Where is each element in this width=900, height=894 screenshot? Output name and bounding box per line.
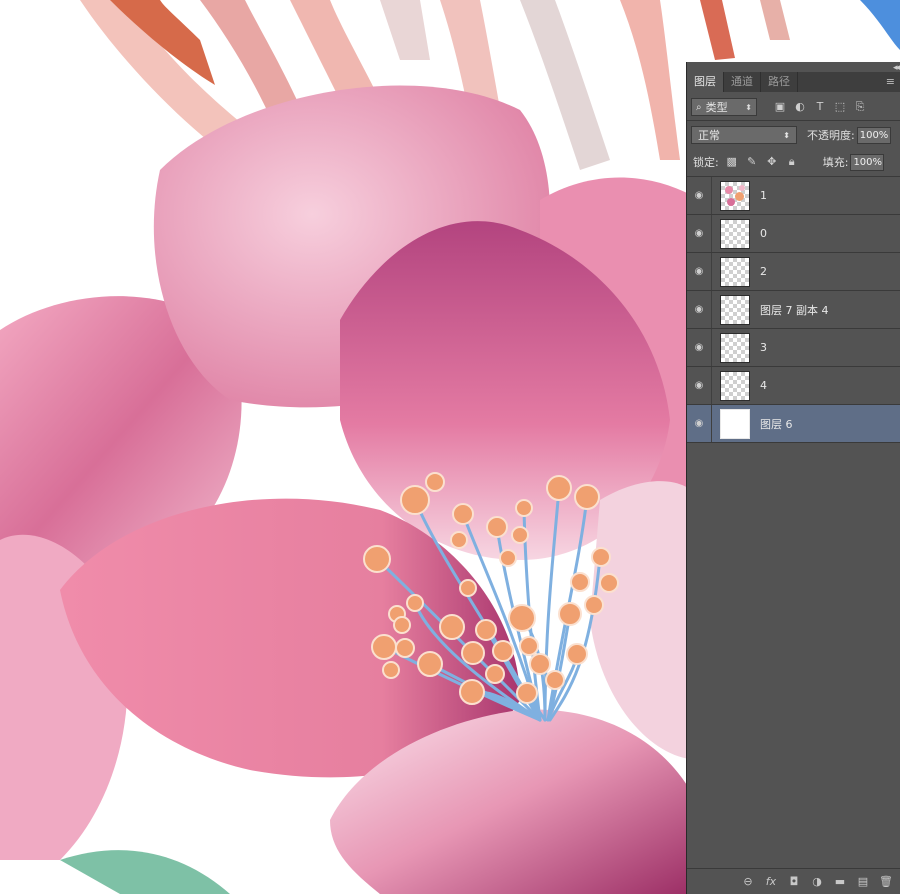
adjustment-filter-icon[interactable]: ◐ xyxy=(793,100,807,114)
layer-thumbnail xyxy=(720,332,750,363)
opacity-label: 不透明度: xyxy=(807,129,855,142)
blend-mode-select[interactable]: 正常 ⬍ xyxy=(691,126,797,144)
tab-channels[interactable]: 通道 xyxy=(724,72,761,92)
layer-row[interactable]: ◉ 图层 7 副本 4 xyxy=(687,291,900,329)
panel-bottom-toolbar: ⊖ fx ◘ ◑ ▬ ▤ 🗑︎ xyxy=(687,868,900,894)
divider xyxy=(687,120,900,121)
adjustment-layer-icon[interactable]: ◑ xyxy=(810,875,824,888)
lock-label: 锁定: xyxy=(693,156,719,169)
layer-name: 2 xyxy=(760,265,767,278)
eye-icon[interactable]: ◉ xyxy=(687,177,712,214)
tab-layers[interactable]: 图层 xyxy=(687,72,724,92)
layer-name: 4 xyxy=(760,379,767,392)
opacity-field[interactable]: 100% xyxy=(856,126,891,144)
layer-row[interactable]: ◉ 3 xyxy=(687,329,900,367)
fx-icon[interactable]: fx xyxy=(764,875,778,888)
add-mask-icon[interactable]: ◘ xyxy=(787,875,801,888)
smart-object-filter-icon[interactable]: ⎘ xyxy=(853,100,867,114)
lock-transparent-icon[interactable]: ▩ xyxy=(725,155,739,169)
eye-icon[interactable]: ◉ xyxy=(687,291,712,328)
chevron-updown-icon: ⬍ xyxy=(783,130,790,140)
lock-move-icon[interactable]: ✥ xyxy=(765,155,779,169)
blend-mode-value: 正常 xyxy=(698,129,720,142)
eye-icon[interactable]: ◉ xyxy=(687,329,712,366)
layer-name: 图层 7 副本 4 xyxy=(760,303,829,317)
blend-row: 正常 ⬍ 不透明度: 100% xyxy=(691,124,899,146)
lock-paint-icon[interactable]: ✎ xyxy=(745,155,759,169)
link-layers-icon[interactable]: ⊖ xyxy=(741,875,755,888)
fill-field[interactable]: 100% xyxy=(850,153,885,171)
image-filter-icon[interactable]: ▣ xyxy=(773,100,787,114)
layer-row[interactable]: ◉ 1 xyxy=(687,177,900,215)
layer-thumbnail xyxy=(720,408,750,439)
layer-row-selected[interactable]: ◉ 图层 6 xyxy=(687,405,900,443)
filter-row: ⌕ 类型 ⬍ ▣ ◐ T ⬚ ⎘ xyxy=(691,96,899,118)
fill-label: 填充: xyxy=(822,156,849,169)
type-filter-icon[interactable]: T xyxy=(813,100,827,114)
layer-thumbnail xyxy=(720,180,750,211)
layer-name: 1 xyxy=(760,189,767,202)
layer-list: ◉ 1 ◉ 0 ◉ 2 ◉ 图层 7 副本 4 ◉ 3 ◉ 4 ◉ 图层 6 xyxy=(687,177,900,443)
layer-name: 0 xyxy=(760,227,767,240)
panel-menu-icon[interactable]: ≡ xyxy=(880,72,900,92)
chevron-updown-icon: ⬍ xyxy=(745,102,752,112)
filter-kind-select[interactable]: ⌕ 类型 ⬍ xyxy=(691,98,757,116)
lock-all-icon[interactable]: 🔒︎ xyxy=(785,155,799,169)
search-icon: ⌕ xyxy=(696,101,702,113)
layer-thumbnail xyxy=(720,218,750,249)
new-layer-icon[interactable]: ▤ xyxy=(856,875,870,888)
layer-row[interactable]: ◉ 4 xyxy=(687,367,900,405)
shape-filter-icon[interactable]: ⬚ xyxy=(833,100,847,114)
layer-thumbnail xyxy=(720,256,750,287)
layers-panel: ◂◂ 图层 通道 路径 ≡ ⌕ 类型 ⬍ ▣ ◐ T ⬚ ⎘ 正常 ⬍ 不透明度… xyxy=(686,62,900,894)
new-group-icon[interactable]: ▬ xyxy=(833,875,847,888)
layer-row[interactable]: ◉ 0 xyxy=(687,215,900,253)
layer-thumbnail xyxy=(720,294,750,325)
layer-row[interactable]: ◉ 2 xyxy=(687,253,900,291)
delete-layer-icon[interactable]: 🗑︎ xyxy=(879,875,893,888)
filter-kind-label: 类型 xyxy=(705,101,728,114)
panel-tabs: 图层 通道 路径 ≡ xyxy=(687,72,900,92)
lock-row: 锁定: ▩ ✎ ✥ 🔒︎ 填充: 100% xyxy=(691,152,899,172)
eye-icon[interactable]: ◉ xyxy=(687,405,712,442)
eye-icon[interactable]: ◉ xyxy=(687,367,712,404)
layer-name: 图层 6 xyxy=(760,417,793,431)
tab-paths[interactable]: 路径 xyxy=(761,72,798,92)
layer-thumbnail xyxy=(720,370,750,401)
eye-icon[interactable]: ◉ xyxy=(687,215,712,252)
eye-icon[interactable]: ◉ xyxy=(687,253,712,290)
layer-name: 3 xyxy=(760,341,767,354)
